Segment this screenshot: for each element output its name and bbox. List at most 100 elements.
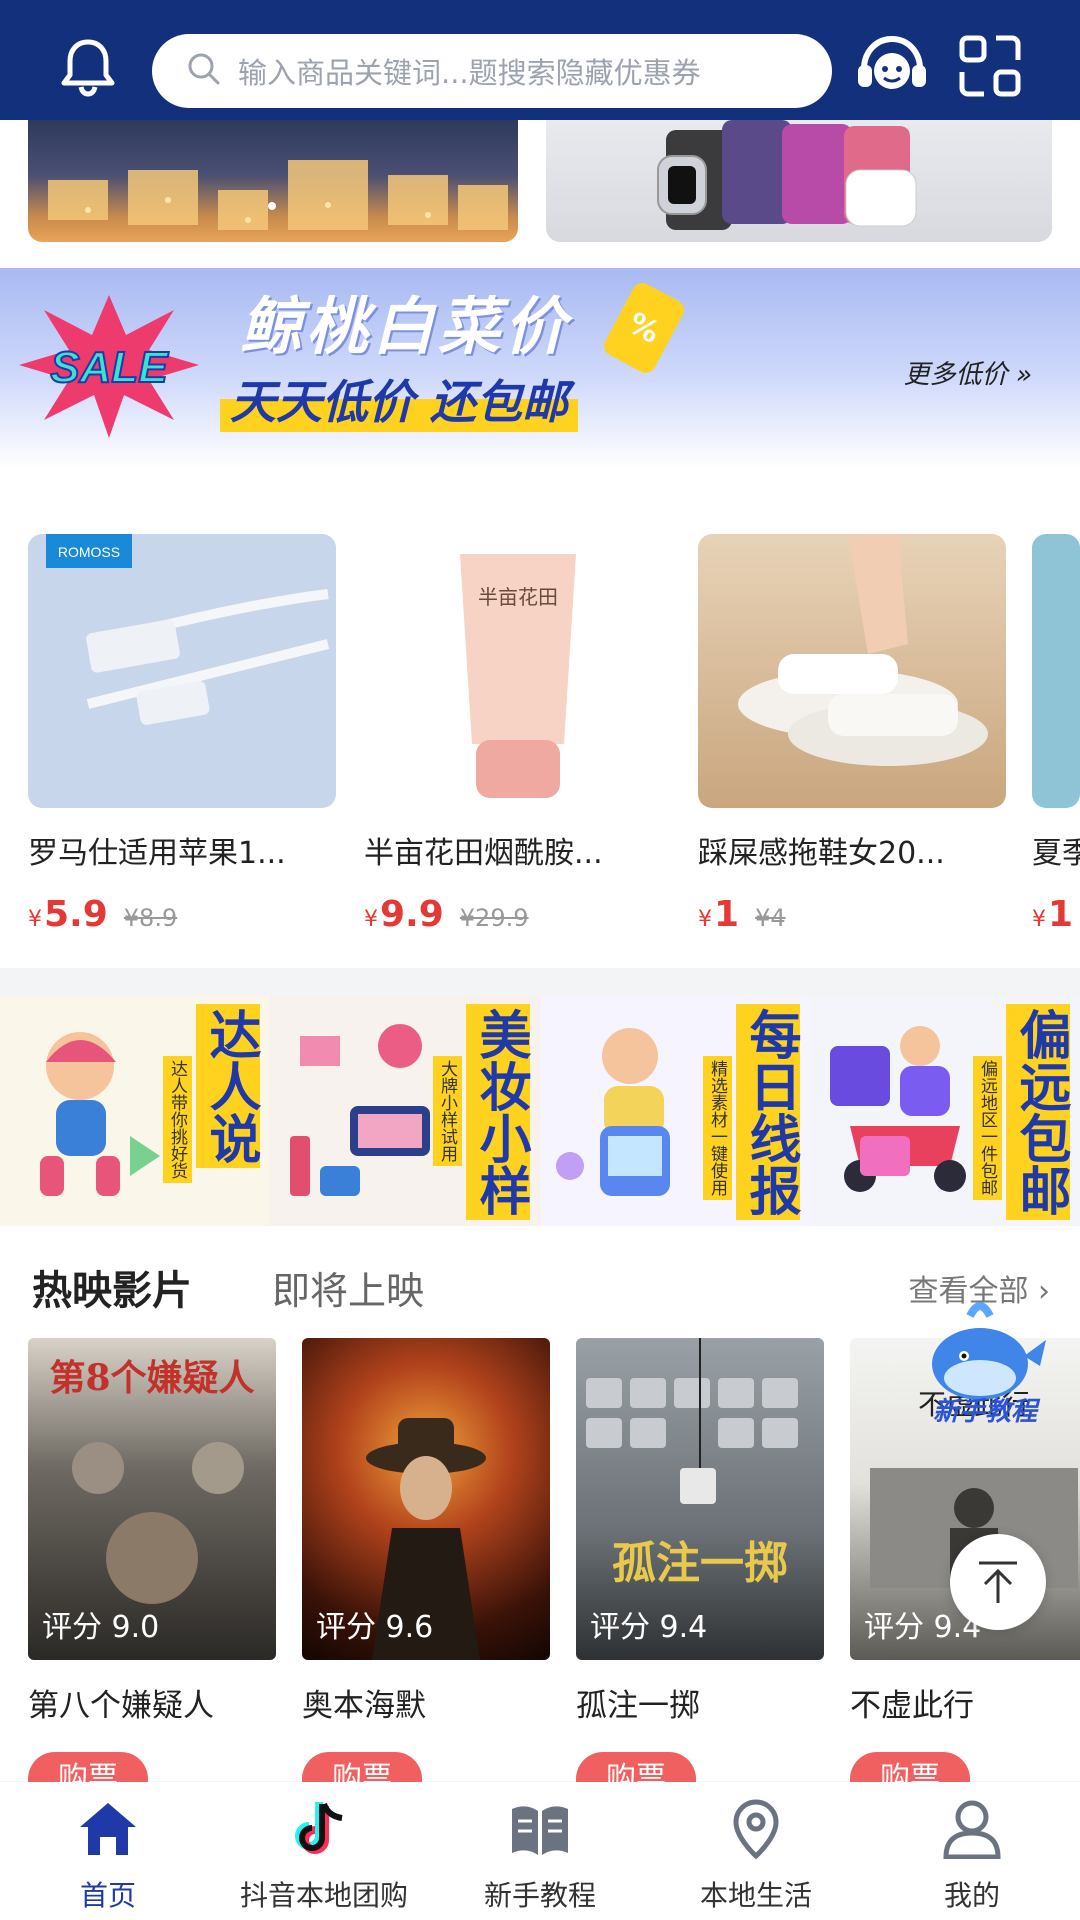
category-strip: 达人带你挑好货 达人说 大牌小样试用 美妆小样 精选素材一键使用 每日线报 偏远… (0, 996, 1080, 1226)
movie-rating: 评分 9.6 (316, 1610, 434, 1645)
movie-title: 不虚此行 (850, 1688, 974, 1724)
svg-text:第8个嫌疑人: 第8个嫌疑人 (49, 1357, 254, 1399)
arrow-up-icon (979, 1561, 1017, 1603)
product-card[interactable]: ROMOSS 罗马仕适用苹果1... ¥ 5.9 ¥8.9 (28, 534, 336, 935)
app-screen: 输入商品关键词...题搜索隐藏优惠券 SALE 鲸桃白菜价 % 天天低价 还包邮… (0, 0, 1080, 1920)
category-subtitle: 达人带你挑好货 (163, 1056, 192, 1183)
product-price: ¥ 1 (1032, 894, 1080, 935)
category-expert-picks[interactable]: 达人带你挑好货 达人说 (0, 996, 270, 1226)
svg-text:新手教程: 新手教程 (933, 1397, 1041, 1426)
whale-icon: 新手教程 (932, 1302, 1046, 1427)
category-subtitle: 大牌小样试用 (433, 1056, 462, 1166)
current-price: 1 (714, 894, 740, 935)
movie-card[interactable]: 评分 9.6 奥本海默 (302, 1338, 550, 1725)
nav-profile[interactable]: 我的 (864, 1782, 1080, 1920)
phone-mascot-icon (556, 1028, 670, 1196)
movie-card[interactable]: 孤注一掷 评分 9.4 孤注一掷 (576, 1338, 824, 1725)
currency-symbol: ¥ (28, 907, 42, 932)
delivery-scooter-icon (830, 1026, 966, 1192)
product-name: 夏季 (1032, 836, 1080, 871)
tab-coming-soon[interactable]: 即将上映 (272, 1260, 424, 1315)
tiktok-icon (291, 1798, 357, 1860)
nav-douyin-group-buy[interactable]: 抖音本地团购 (216, 1782, 432, 1920)
more-low-price-link[interactable]: 更多低价 » (904, 354, 1032, 391)
product-card[interactable]: 踩屎感拖鞋女20... ¥ 1 ¥4 (698, 534, 1006, 935)
category-title: 达人说 (196, 1004, 260, 1168)
home-icon (75, 1798, 141, 1860)
search-icon (186, 51, 222, 91)
category-title: 每日线报 (736, 1004, 800, 1220)
currency-symbol: ¥ (698, 907, 712, 932)
sale-badge-icon: SALE (19, 295, 199, 438)
top-header: 输入商品关键词...题搜索隐藏优惠券 (0, 0, 1080, 120)
girl-mascot-icon (40, 1032, 160, 1196)
product-name: 半亩花田烟酰胺... (364, 836, 603, 871)
svg-text:ROMOSS: ROMOSS (58, 544, 120, 560)
product-card[interactable]: 夏季 ¥ 1 (1032, 534, 1080, 935)
tab-now-showing[interactable]: 热映影片 (32, 1258, 192, 1316)
customer-service-icon[interactable] (852, 26, 932, 106)
bell-icon[interactable] (48, 26, 128, 106)
product-price: ¥ 5.9 ¥8.9 (28, 894, 336, 935)
svg-text:孤注一掷: 孤注一掷 (612, 1538, 788, 1589)
original-price: ¥29.9 (459, 904, 529, 932)
current-price: 5.9 (44, 894, 108, 935)
banner-carousel[interactable] (0, 120, 1080, 270)
movie-card[interactable]: 第8个嫌疑人 评分 9.0 第八个嫌疑人 (28, 1338, 276, 1725)
promo-banner[interactable]: SALE 鲸桃白菜价 % 天天低价 还包邮 更多低价 » (0, 268, 1080, 468)
cosmetics-icon (290, 1024, 430, 1196)
movie-title: 奥本海默 (302, 1688, 426, 1724)
carousel-dot (268, 202, 276, 210)
product-image (698, 534, 1006, 808)
double-chevron-icon: » (1015, 360, 1032, 390)
current-price: 1 (1048, 894, 1074, 935)
location-icon (723, 1798, 789, 1860)
nav-tutorial[interactable]: 新手教程 (432, 1782, 648, 1920)
tutorial-whale-button[interactable]: 新手教程 (920, 1296, 1050, 1427)
category-daily-deals[interactable]: 精选素材一键使用 每日线报 (540, 996, 810, 1226)
product-name: 罗马仕适用苹果1... (28, 836, 286, 871)
product-price: ¥ 1 ¥4 (698, 894, 1006, 935)
product-image (1032, 534, 1080, 808)
more-low-price-label: 更多低价 (903, 360, 1008, 390)
nav-local-life[interactable]: 本地生活 (648, 1782, 864, 1920)
product-image: 半亩花田 (364, 534, 672, 808)
category-title: 美妆小样 (466, 1004, 530, 1220)
movie-title: 孤注一掷 (576, 1688, 700, 1724)
search-placeholder: 输入商品关键词...题搜索隐藏优惠券 (238, 56, 701, 90)
category-subtitle: 精选素材一键使用 (703, 1056, 732, 1200)
bottom-nav: 首页 抖音本地团购 新手教程 本地生活 我的 (0, 1782, 1080, 1920)
discount-tag: % (600, 279, 688, 377)
user-icon (939, 1798, 1005, 1860)
current-price: 9.9 (380, 894, 444, 935)
nav-home[interactable]: 首页 (0, 1782, 216, 1920)
back-to-top-button[interactable] (950, 1534, 1046, 1630)
svg-text:SALE: SALE (50, 343, 169, 392)
movie-poster: 第8个嫌疑人 评分 9.0 (28, 1338, 276, 1660)
currency-symbol: ¥ (1032, 907, 1046, 932)
product-name: 踩屎感拖鞋女20... (698, 836, 945, 871)
original-price: ¥8.9 (123, 904, 178, 932)
movie-rating: 评分 9.4 (590, 1610, 708, 1645)
svg-text:半亩花田: 半亩花田 (478, 585, 558, 609)
product-card[interactable]: 半亩花田 半亩花田烟酰胺... ¥ 9.9 ¥29.9 (364, 534, 672, 935)
currency-symbol: ¥ (364, 907, 378, 932)
scan-icon[interactable] (950, 26, 1030, 106)
banner-apple-devices[interactable] (546, 120, 1052, 242)
nav-label: 首页 (79, 1879, 136, 1912)
banner-city-night[interactable] (28, 120, 518, 242)
original-price: ¥4 (755, 904, 786, 932)
category-beauty-samples[interactable]: 大牌小样试用 美妆小样 (270, 996, 540, 1226)
movie-poster: 孤注一掷 评分 9.4 (576, 1338, 824, 1660)
movie-title: 第八个嫌疑人 (28, 1688, 214, 1724)
category-title: 偏远包邮 (1006, 1004, 1070, 1220)
movie-rating: 评分 9.0 (42, 1610, 160, 1645)
movies-section: 热映影片 即将上映 查看全部 › 第8个嫌疑人 评分 9.0 第八个嫌疑人 评分… (0, 1226, 1080, 1806)
nav-label: 我的 (943, 1879, 1000, 1912)
category-remote-shipping[interactable]: 偏远地区一件包邮 偏远包邮 (810, 996, 1080, 1226)
product-image: ROMOSS (28, 534, 336, 808)
search-input[interactable]: 输入商品关键词...题搜索隐藏优惠券 (152, 34, 832, 108)
book-icon (507, 1798, 573, 1860)
product-price: ¥ 9.9 ¥29.9 (364, 894, 672, 935)
nav-label: 本地生活 (699, 1879, 812, 1912)
